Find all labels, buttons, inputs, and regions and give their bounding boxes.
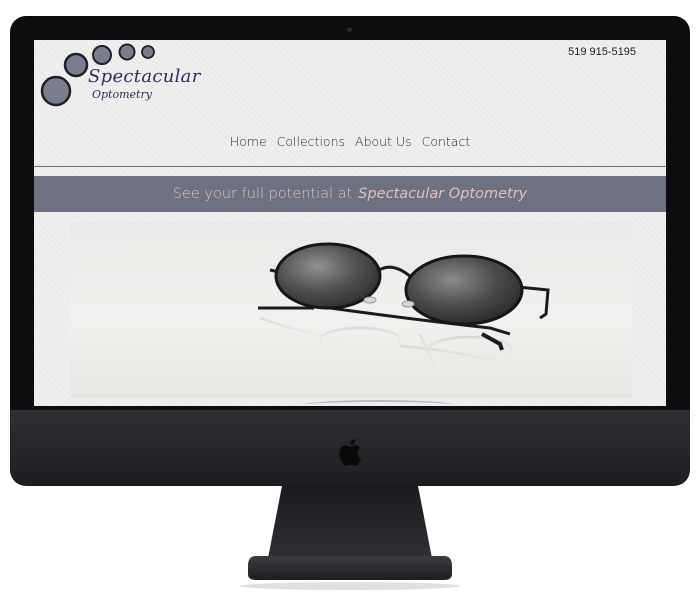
nav-collections[interactable]: Collections <box>277 134 345 149</box>
hero-image-sunglasses <box>70 222 632 398</box>
tagline-banner: See your full potential at Spectacular O… <box>34 176 666 212</box>
website-screen: Spectacular Optometry 519 915-5195 Home … <box>34 40 666 406</box>
banner-emphasis: Spectacular Optometry <box>358 186 528 202</box>
phone-number[interactable]: 519 915-5195 <box>568 46 636 58</box>
main-nav: Home Collections About Us Contact <box>34 134 666 149</box>
nav-divider <box>34 166 666 167</box>
apple-logo-icon <box>339 439 361 466</box>
nav-about-us[interactable]: About Us <box>355 134 412 149</box>
sunglasses-icon <box>258 242 550 385</box>
site-logo[interactable]: Spectacular Optometry <box>34 40 204 110</box>
nav-home[interactable]: Home <box>230 134 267 149</box>
monitor-stand <box>240 486 460 590</box>
logo-text-spectacular: Spectacular <box>88 66 201 87</box>
logo-text-optometry: Optometry <box>92 88 152 101</box>
banner-text: See your full potential at <box>172 186 353 202</box>
next-section-peek <box>304 400 454 406</box>
camera-icon <box>347 27 352 32</box>
nav-contact[interactable]: Contact <box>422 134 471 149</box>
